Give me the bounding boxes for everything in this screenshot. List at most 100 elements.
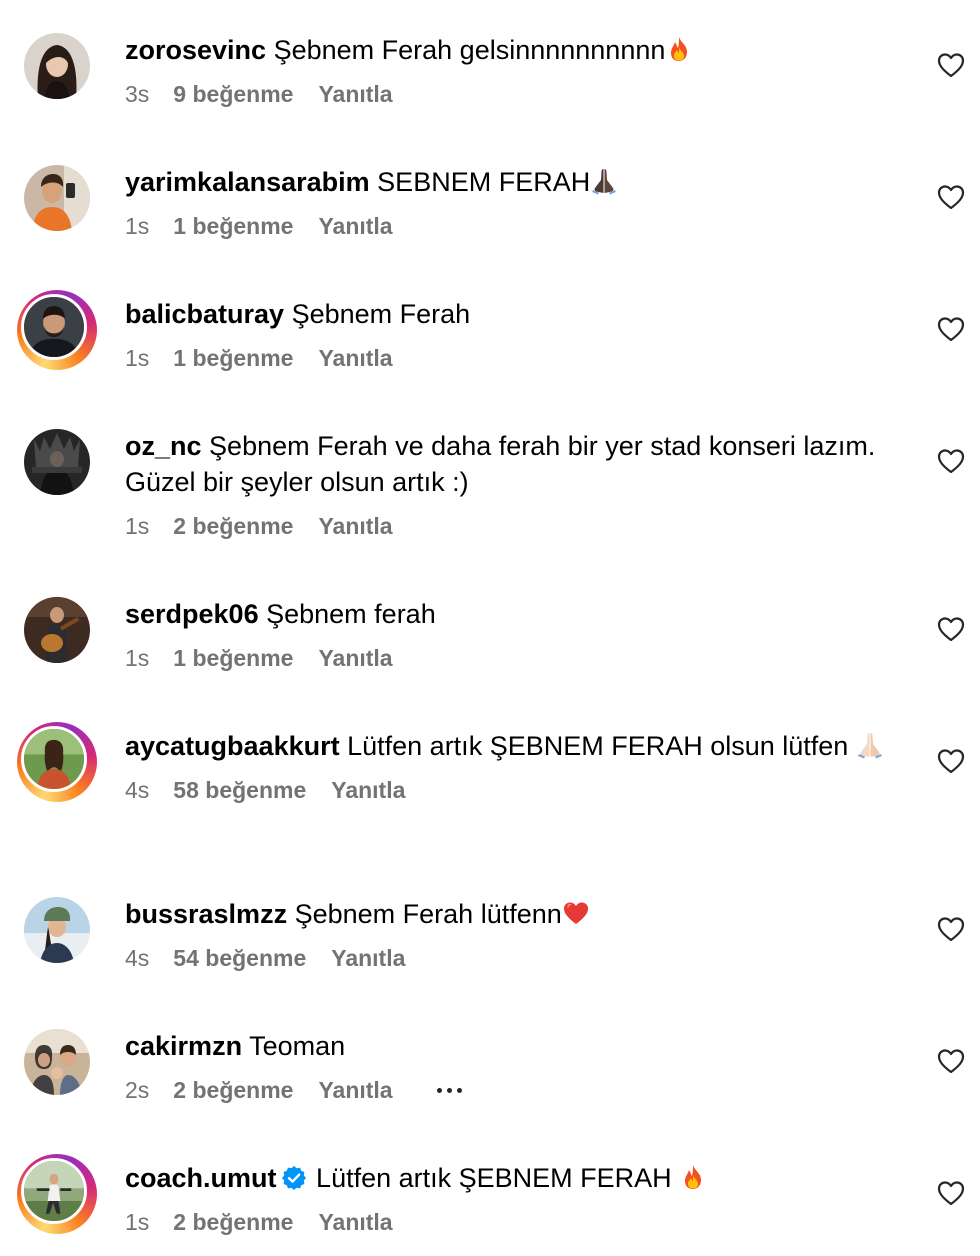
comment-username[interactable]: oz_nc bbox=[125, 431, 202, 461]
comment-username[interactable]: bussraslmzz bbox=[125, 899, 287, 929]
comment-username[interactable]: serdpek06 bbox=[125, 599, 259, 629]
comment-message: Şebnem Ferah ve daha ferah bir yer stad … bbox=[125, 431, 876, 497]
comment-text: aycatugbaakkurt Lütfen artık ŞEBNEM FERA… bbox=[125, 728, 895, 764]
comment-meta: 2s 2 beğenme Yanıtla bbox=[125, 1076, 895, 1104]
comment-time[interactable]: 1s bbox=[125, 644, 149, 672]
avatar-woman-long-hair-icon bbox=[24, 33, 90, 99]
comment-meta: 4s 54 beğenme Yanıtla bbox=[125, 944, 895, 972]
comment-time[interactable]: 1s bbox=[125, 1208, 149, 1236]
comment-body: bussraslmzz Şebnem Ferah lütfenn 4s 54 b… bbox=[125, 896, 895, 972]
avatar-mirror-selfie-icon bbox=[24, 165, 90, 231]
like-heart-icon[interactable] bbox=[937, 616, 965, 642]
reply-button[interactable]: Yanıtla bbox=[318, 344, 392, 372]
comment-username[interactable]: cakirmzn bbox=[125, 1031, 242, 1061]
like-heart-icon[interactable] bbox=[937, 316, 965, 342]
red-heart-emoji-icon bbox=[562, 899, 590, 927]
comment-username[interactable]: zorosevinc bbox=[125, 35, 266, 65]
reply-button[interactable]: Yanıtla bbox=[331, 776, 405, 804]
like-heart-icon[interactable] bbox=[937, 1048, 965, 1074]
like-heart-icon[interactable] bbox=[937, 1180, 965, 1206]
comment-username[interactable]: yarimkalansarabim bbox=[125, 167, 370, 197]
comment-time[interactable]: 1s bbox=[125, 344, 149, 372]
comment-body: coach.umut Lütfen artık ŞEBNEM FERAH 1s … bbox=[125, 1160, 895, 1236]
comment-message: Şebnem Ferah lütfenn bbox=[294, 899, 562, 929]
more-options-icon[interactable] bbox=[436, 1076, 462, 1104]
comment-meta: 1s 1 beğenme Yanıtla bbox=[125, 212, 895, 240]
reply-button[interactable]: Yanıtla bbox=[318, 512, 392, 540]
reply-button[interactable]: Yanıtla bbox=[318, 644, 392, 672]
comment-meta: 1s 2 beğenme Yanıtla bbox=[125, 512, 895, 540]
avatar-family-icon bbox=[24, 1029, 90, 1095]
comment-body: yarimkalansarabim SEBNEM FERAH 1s 1 beğe… bbox=[125, 164, 895, 240]
comment-text: serdpek06 Şebnem ferah bbox=[125, 596, 895, 632]
comment-time[interactable]: 3s bbox=[125, 80, 149, 108]
reply-button[interactable]: Yanıtla bbox=[318, 80, 392, 108]
comment-body: cakirmzn Teoman 2s 2 beğenme Yanıtla bbox=[125, 1028, 895, 1104]
reply-button[interactable]: Yanıtla bbox=[331, 944, 405, 972]
like-heart-icon[interactable] bbox=[937, 184, 965, 210]
avatar-man-beard-icon bbox=[24, 297, 84, 357]
verified-badge-icon bbox=[281, 1164, 307, 1190]
comment-meta: 1s 1 beğenme Yanıtla bbox=[125, 644, 895, 672]
avatar-guitarist-icon bbox=[24, 597, 90, 663]
comment-likes-count[interactable]: 54 beğenme bbox=[173, 944, 306, 972]
comment-body: balicbaturay Şebnem Ferah 1s 1 beğenme Y… bbox=[125, 296, 895, 372]
avatar[interactable] bbox=[24, 429, 90, 495]
comment-likes-count[interactable]: 2 beğenme bbox=[173, 1208, 293, 1236]
comment-likes-count[interactable]: 58 beğenme bbox=[173, 776, 306, 804]
comment-text: coach.umut Lütfen artık ŞEBNEM FERAH bbox=[125, 1160, 895, 1196]
comment-time[interactable]: 2s bbox=[125, 1076, 149, 1104]
like-heart-icon[interactable] bbox=[937, 448, 965, 474]
comment-text: yarimkalansarabim SEBNEM FERAH bbox=[125, 164, 895, 200]
comment-text: zorosevinc Şebnem Ferah gelsinnnnnnnnnn bbox=[125, 32, 895, 68]
comment-username[interactable]: balicbaturay bbox=[125, 299, 284, 329]
comment-message: Lütfen artık ŞEBNEM FERAH olsun lütfen bbox=[347, 731, 849, 761]
avatar-woman-hat-icon bbox=[24, 897, 90, 963]
pray-emoji-icon bbox=[856, 731, 884, 759]
comment-likes-count[interactable]: 1 beğenme bbox=[173, 644, 293, 672]
fire-emoji-icon bbox=[679, 1163, 707, 1191]
avatar[interactable] bbox=[24, 33, 90, 99]
comment-likes-count[interactable]: 9 beğenme bbox=[173, 80, 293, 108]
comment-time[interactable]: 1s bbox=[125, 212, 149, 240]
like-heart-icon[interactable] bbox=[937, 52, 965, 78]
comment-meta: 1s 2 beğenme Yanıtla bbox=[125, 1208, 895, 1236]
comment-body: zorosevinc Şebnem Ferah gelsinnnnnnnnnn … bbox=[125, 32, 895, 108]
avatar-story-ring[interactable] bbox=[17, 290, 97, 370]
avatar[interactable] bbox=[24, 897, 90, 963]
fire-emoji-icon bbox=[665, 35, 693, 63]
comment-time[interactable]: 4s bbox=[125, 944, 149, 972]
comment-likes-count[interactable]: 1 beğenme bbox=[173, 344, 293, 372]
comment-message: Şebnem Ferah gelsinnnnnnnnnn bbox=[273, 35, 666, 65]
comment-likes-count[interactable]: 2 beğenme bbox=[173, 512, 293, 540]
avatar-story-ring[interactable] bbox=[17, 722, 97, 802]
pray-emoji-icon bbox=[590, 167, 618, 195]
comment-message: Teoman bbox=[249, 1031, 346, 1061]
comment-meta: 4s 58 beğenme Yanıtla bbox=[125, 776, 895, 804]
reply-button[interactable]: Yanıtla bbox=[318, 1076, 392, 1104]
comment-likes-count[interactable]: 2 beğenme bbox=[173, 1076, 293, 1104]
comment-message: SEBNEM FERAH bbox=[377, 167, 591, 197]
comment-text: oz_nc Şebnem Ferah ve daha ferah bir yer… bbox=[125, 428, 895, 500]
comment-body: aycatugbaakkurt Lütfen artık ŞEBNEM FERA… bbox=[125, 728, 895, 804]
avatar[interactable] bbox=[24, 1029, 90, 1095]
comment-message: Lütfen artık ŞEBNEM FERAH bbox=[316, 1163, 672, 1193]
avatar[interactable] bbox=[24, 165, 90, 231]
reply-button[interactable]: Yanıtla bbox=[318, 1208, 392, 1236]
like-heart-icon[interactable] bbox=[937, 916, 965, 942]
comment-message: Şebnem Ferah bbox=[291, 299, 471, 329]
comment-username[interactable]: aycatugbaakkurt bbox=[125, 731, 340, 761]
comment-body: serdpek06 Şebnem ferah 1s 1 beğenme Yanı… bbox=[125, 596, 895, 672]
comment-likes-count[interactable]: 1 beğenme bbox=[173, 212, 293, 240]
comment-meta: 3s 9 beğenme Yanıtla bbox=[125, 80, 895, 108]
reply-button[interactable]: Yanıtla bbox=[318, 212, 392, 240]
like-heart-icon[interactable] bbox=[937, 748, 965, 774]
comment-text: bussraslmzz Şebnem Ferah lütfenn bbox=[125, 896, 895, 932]
avatar-story-ring[interactable] bbox=[17, 1154, 97, 1234]
avatar[interactable] bbox=[24, 597, 90, 663]
comment-username[interactable]: coach.umut bbox=[125, 1163, 277, 1193]
comment-time[interactable]: 4s bbox=[125, 776, 149, 804]
comment-meta: 1s 1 beğenme Yanıtla bbox=[125, 344, 895, 372]
comment-time[interactable]: 1s bbox=[125, 512, 149, 540]
avatar-woman-park-icon bbox=[24, 729, 84, 789]
